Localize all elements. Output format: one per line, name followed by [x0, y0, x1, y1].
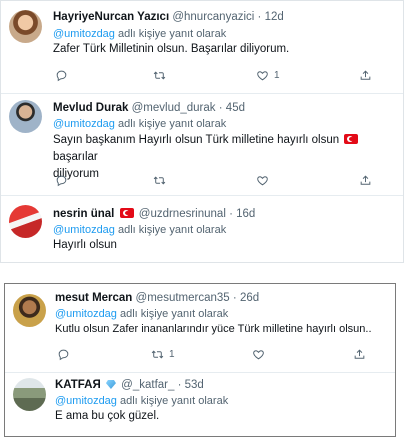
tweet-text: Zafer Türk Milletinin olsun. Başarılar d…	[53, 43, 290, 55]
like-icon	[252, 348, 265, 361]
avatar[interactable]	[9, 205, 42, 238]
reply-button[interactable]	[55, 173, 73, 187]
like-button[interactable]	[256, 173, 274, 187]
tweet-text: E ama bu çok güzel.	[55, 410, 160, 422]
tweet[interactable]: mesut Mercan @mesutmercan35 · 26d @umito…	[5, 284, 395, 372]
reply-prefix-text: adlı kişiye yanıt olarak	[117, 118, 227, 130]
avatar[interactable]	[13, 294, 46, 327]
display-name[interactable]: mesut Mercan	[55, 292, 132, 304]
turkish-flag-icon	[344, 134, 359, 144]
reply-prefix-text: adlı kişiye yanıt olarak	[117, 224, 227, 236]
separator-dot: ·	[218, 102, 223, 114]
share-button[interactable]	[359, 173, 372, 187]
tweet-text-part: Sayın başkanım Hayırlı olsun Türk millet…	[53, 134, 340, 146]
retweet-count: 1	[169, 348, 175, 360]
share-button[interactable]	[353, 347, 366, 361]
tweet-text: Hayırlı olsun	[53, 239, 117, 251]
tweet-actions: 1	[53, 68, 393, 82]
tweet-header: Mevlud Durak @mevlud_durak · 45d	[53, 101, 245, 115]
tweet-header: HayriyeNurcan Yazıcı @hnurcanyazici · 12…	[53, 10, 284, 24]
reply-button[interactable]	[55, 68, 73, 82]
mention-link[interactable]: @umitozdag	[55, 395, 117, 407]
tweet[interactable]: HayriyeNurcan Yazıcı @hnurcanyazici · 12…	[1, 1, 403, 93]
like-count: 1	[274, 69, 280, 81]
reply-context: @umitozdag adlı kişiye yanıt olarak	[53, 27, 226, 41]
display-name[interactable]: Mevlud Durak	[53, 102, 128, 114]
display-name[interactable]: KATFAЯ	[55, 379, 101, 391]
turkish-flag-icon	[119, 208, 134, 218]
like-icon	[256, 174, 269, 187]
share-icon	[359, 69, 372, 82]
avatar[interactable]	[9, 100, 42, 133]
mention-link[interactable]: @umitozdag	[55, 308, 117, 320]
display-name[interactable]: nesrin ünal	[53, 208, 114, 220]
retweet-icon	[153, 69, 166, 82]
tweet-text-part: başarılar	[53, 151, 98, 163]
retweet-icon	[153, 174, 166, 187]
user-handle[interactable]: @mesutmercan35	[136, 292, 230, 304]
reply-context: @umitozdag adlı kişiye yanıt olarak	[53, 223, 226, 237]
mention-link[interactable]: @umitozdag	[53, 118, 115, 130]
reply-thread-panel-top: HayriyeNurcan Yazıcı @hnurcanyazici · 12…	[0, 0, 404, 263]
retweet-button[interactable]	[153, 173, 171, 187]
reply-prefix-text: adlı kişiye yanıt olarak	[117, 28, 227, 40]
retweet-button[interactable]	[153, 68, 171, 82]
separator-dot: ·	[177, 379, 182, 391]
reply-icon	[55, 174, 68, 187]
like-icon	[256, 69, 269, 82]
timestamp[interactable]: 45d	[226, 102, 245, 114]
diamond-icon	[105, 380, 116, 389]
reply-button[interactable]	[57, 347, 75, 361]
reply-prefix-text: adlı kişiye yanıt olarak	[119, 395, 229, 407]
share-button[interactable]	[359, 68, 372, 82]
like-button[interactable]: 1	[256, 68, 280, 82]
timestamp[interactable]: 12d	[265, 11, 284, 23]
display-name[interactable]: HayriyeNurcan Yazıcı	[53, 11, 169, 23]
tweet-actions: 1	[55, 347, 385, 361]
separator-dot: ·	[229, 208, 233, 220]
share-icon	[353, 348, 366, 361]
user-handle[interactable]: @mevlud_durak	[132, 102, 216, 114]
tweet-header: mesut Mercan @mesutmercan35 · 26d	[55, 291, 259, 305]
reply-context: @umitozdag adlı kişiye yanıt olarak	[53, 117, 226, 131]
retweet-button[interactable]: 1	[151, 347, 175, 361]
mention-link[interactable]: @umitozdag	[53, 224, 115, 236]
avatar[interactable]	[9, 10, 42, 43]
tweet[interactable]: nesrin ünal @uzdrnesrinunal · 16d @umito…	[1, 196, 403, 262]
tweet-header: KATFAЯ @_katfar_ · 53d	[55, 378, 204, 392]
reply-thread-panel-bottom: mesut Mercan @mesutmercan35 · 26d @umito…	[4, 283, 396, 437]
tweet-text: Kutlu olsun Zafer inananlarındır yüce Tü…	[55, 323, 372, 335]
tweet-header: nesrin ünal @uzdrnesrinunal · 16d	[53, 207, 255, 221]
mention-link[interactable]: @umitozdag	[53, 28, 115, 40]
timestamp[interactable]: 53d	[185, 379, 204, 391]
reply-icon	[57, 348, 70, 361]
reply-icon	[55, 69, 68, 82]
user-handle[interactable]: @_katfar_	[121, 379, 174, 391]
reply-context: @umitozdag adlı kişiye yanıt olarak	[55, 394, 228, 408]
tweet[interactable]: Mevlud Durak @mevlud_durak · 45d @umitoz…	[1, 94, 403, 194]
separator-dot: ·	[257, 11, 262, 23]
separator-dot: ·	[232, 292, 237, 304]
tweet-actions	[53, 173, 393, 187]
retweet-icon	[151, 348, 164, 361]
reply-prefix-text: adlı kişiye yanıt olarak	[119, 308, 229, 320]
user-handle[interactable]: @hnurcanyazici	[172, 11, 254, 23]
like-button[interactable]	[252, 347, 270, 361]
tweet[interactable]: KATFAЯ @_katfar_ · 53d @umitozdag adlı k…	[5, 373, 395, 435]
share-icon	[359, 174, 372, 187]
timestamp[interactable]: 16d	[236, 208, 255, 220]
user-handle[interactable]: @uzdrnesrinunal	[139, 208, 226, 220]
timestamp[interactable]: 26d	[240, 292, 259, 304]
avatar[interactable]	[13, 378, 46, 411]
reply-context: @umitozdag adlı kişiye yanıt olarak	[55, 307, 228, 321]
